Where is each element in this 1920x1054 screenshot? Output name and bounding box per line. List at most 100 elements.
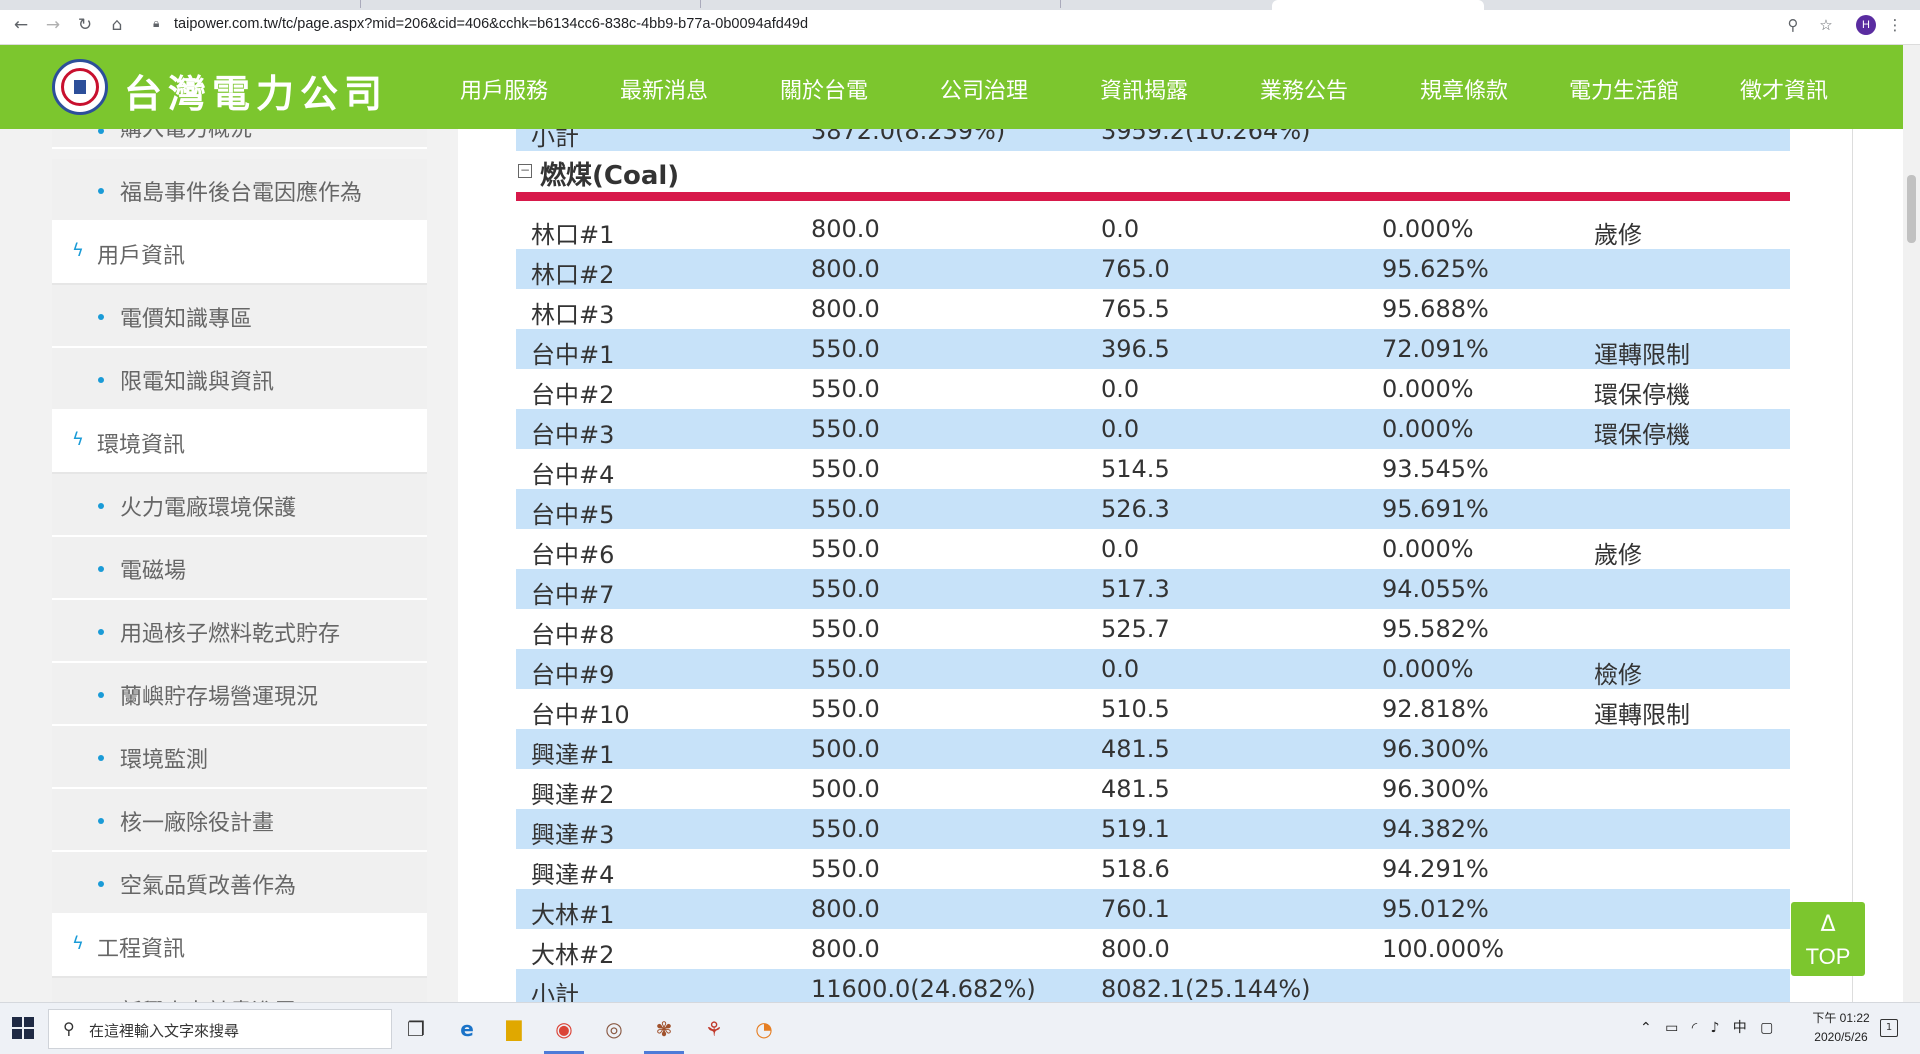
sidebar-item-env-monitoring[interactable]: 環境監測: [52, 726, 427, 789]
sidebar-item-decommissioning[interactable]: 核一廠除役計畫: [52, 789, 427, 852]
table-cell-ratio: 95.582%: [1382, 615, 1489, 643]
table-row: 台中#3 550.0 0.0 0.000% 環保停機: [516, 409, 1790, 449]
sidebar-item-purchased-power[interactable]: 購入電力概況: [52, 129, 427, 149]
bullet-icon: [98, 188, 104, 194]
chevron-up-icon[interactable]: ⌃: [1640, 1020, 1652, 1036]
address-bar[interactable]: 🔒︎ taipower.com.tw/tc/page.aspx?mid=206&…: [140, 12, 1820, 38]
zoom-icon[interactable]: ⚲: [1782, 14, 1804, 36]
nav-regulations[interactable]: 規章條款: [1384, 73, 1544, 104]
collapse-toggle-icon[interactable]: −: [518, 164, 532, 178]
forward-icon[interactable]: →: [42, 14, 64, 36]
lock-icon[interactable]: 🔒︎: [153, 16, 159, 31]
home-icon[interactable]: ⌂: [106, 14, 128, 36]
network-icon[interactable]: ◜: [1692, 1020, 1697, 1036]
taipower-logo[interactable]: [52, 59, 108, 115]
sidebar-category-engineering[interactable]: ϟ 工程資訊: [52, 915, 427, 978]
sidebar-item-fukushima-response[interactable]: 福島事件後台電因應作為: [52, 159, 427, 222]
sidebar-item-air-quality[interactable]: 空氣品質改善作為: [52, 852, 427, 915]
table-cell-output: 481.5: [1101, 735, 1170, 763]
sidebar-item-new-thermal-projects[interactable]: 新興火力計畫進展: [52, 978, 427, 1002]
site-name[interactable]: 台灣電力公司: [124, 63, 388, 118]
bookmark-star-icon[interactable]: ☆: [1815, 14, 1837, 36]
nav-power-museum[interactable]: 電力生活館: [1544, 73, 1704, 104]
active-tab[interactable]: [1272, 0, 1484, 10]
site-header: 台灣電力公司 用戶服務 最新消息 關於台電 公司治理 資訊揭露 業務公告 規章條…: [0, 45, 1903, 129]
sidebar-category-environment[interactable]: ϟ 環境資訊: [52, 411, 427, 474]
battery-icon[interactable]: ▭: [1665, 1020, 1678, 1036]
nav-latest-news[interactable]: 最新消息: [584, 73, 744, 104]
search-icon: ⚲: [63, 1019, 75, 1038]
sidebar-item-thermal-env-protection[interactable]: 火力電廠環境保護: [52, 474, 427, 537]
ime-indicator[interactable]: 中: [1733, 1020, 1747, 1036]
sidebar-item-power-rationing[interactable]: 限電知識與資訊: [52, 348, 427, 411]
nav-governance[interactable]: 公司治理: [904, 73, 1064, 104]
table-row-subtotal: 小計 11600.0(24.682%) 8082.1(25.144%): [516, 969, 1790, 1002]
table-cell-capacity: 550.0: [811, 575, 880, 603]
bullet-icon: [98, 566, 104, 572]
table-cell-name: 台中#2: [531, 381, 615, 409]
sidebar-item-emf[interactable]: 電磁場: [52, 537, 427, 600]
bullet-icon: [98, 755, 104, 761]
table-cell-name: 台中#3: [531, 421, 615, 449]
back-to-top-button[interactable]: Δ TOP: [1791, 902, 1865, 976]
section-title[interactable]: 燃煤(Coal): [540, 155, 679, 192]
table-cell-ratio: 95.012%: [1382, 895, 1489, 923]
table-cell-name: 興達#1: [531, 741, 615, 769]
taskbar-search-box[interactable]: ⚲ 在這裡輸入文字來搜尋: [48, 1009, 392, 1049]
chrome-icon[interactable]: ◉: [550, 1015, 578, 1043]
app-icon[interactable]: ✾: [650, 1015, 678, 1043]
table-cell-ratio: 0.000%: [1382, 215, 1474, 243]
table-cell-ratio: 94.055%: [1382, 575, 1489, 603]
table-row: 台中#7 550.0 517.3 94.055%: [516, 569, 1790, 609]
volume-icon[interactable]: ♪: [1710, 1020, 1719, 1036]
ime-mode-icon[interactable]: ▢: [1760, 1020, 1773, 1036]
windows-start-icon[interactable]: [12, 1017, 34, 1039]
table-cell-name: 興達#3: [531, 821, 615, 849]
browser-menu-icon[interactable]: ⋮: [1884, 14, 1906, 36]
table-cell-capacity: 500.0: [811, 775, 880, 803]
table-cell-ratio: 94.291%: [1382, 855, 1489, 883]
app-icon[interactable]: ◎: [600, 1015, 628, 1043]
file-explorer-icon[interactable]: ▇: [500, 1015, 528, 1043]
tab-separator: [700, 0, 701, 8]
back-icon[interactable]: ←: [10, 14, 32, 36]
task-view-icon[interactable]: ❐: [402, 1015, 430, 1043]
reload-icon[interactable]: ↻: [74, 14, 96, 36]
table-cell-name: 台中#9: [531, 661, 615, 689]
app-icon[interactable]: ⚘: [700, 1015, 728, 1043]
tab-strip[interactable]: [0, 0, 1920, 10]
table-row-prev-subtotal: 小計 3872.0(8.239%) 3959.2(10.264%): [516, 129, 1790, 151]
lightning-icon: ϟ: [72, 429, 84, 450]
nav-announcements[interactable]: 業務公告: [1224, 73, 1384, 104]
nav-about[interactable]: 關於台電: [744, 73, 904, 104]
bullet-icon: [98, 129, 104, 134]
bullet-icon: [98, 692, 104, 698]
blender-icon[interactable]: ◔: [750, 1015, 778, 1043]
page-scrollbar-thumb[interactable]: [1907, 175, 1916, 243]
nav-customer-service[interactable]: 用戶服務: [424, 73, 584, 104]
nav-disclosure[interactable]: 資訊揭露: [1064, 73, 1224, 104]
table-cell-ratio: 95.691%: [1382, 495, 1489, 523]
table-cell-name: 台中#6: [531, 541, 615, 569]
sidebar-category-customer-info[interactable]: ϟ 用戶資訊: [52, 222, 427, 285]
table-cell-output: 0.0: [1101, 655, 1140, 683]
sidebar-item-dry-storage[interactable]: 用過核子燃料乾式貯存: [52, 600, 427, 663]
table-row: 林口#2 800.0 765.0 95.625%: [516, 249, 1790, 289]
table-cell-output: 760.1: [1101, 895, 1170, 923]
nav-careers[interactable]: 徵才資訊: [1704, 73, 1864, 104]
table-cell-ratio: 0.000%: [1382, 655, 1474, 683]
table-cell-name: 林口#2: [531, 261, 615, 289]
table-cell-output: 519.1: [1101, 815, 1170, 843]
notification-icon[interactable]: 1: [1880, 1019, 1898, 1037]
table-cell-name: 林口#3: [531, 301, 615, 329]
table-cell-capacity: 550.0: [811, 535, 880, 563]
system-tray: ⌃ ▭ ◜ ♪ 中 ▢: [1640, 1017, 1773, 1037]
profile-avatar[interactable]: H: [1856, 15, 1876, 35]
url-text[interactable]: taipower.com.tw/tc/page.aspx?mid=206&cid…: [174, 16, 808, 32]
edge-icon[interactable]: e: [453, 1015, 481, 1043]
sidebar-item-lanyu-storage[interactable]: 蘭嶼貯存場營運現況: [52, 663, 427, 726]
sidebar-item-tariff-knowledge[interactable]: 電價知識專區: [52, 285, 427, 348]
taskbar-clock[interactable]: 下午 01:22 2020/5/26: [1796, 1009, 1886, 1047]
table-row: 興達#3 550.0 519.1 94.382%: [516, 809, 1790, 849]
table-row: 興達#1 500.0 481.5 96.300%: [516, 729, 1790, 769]
